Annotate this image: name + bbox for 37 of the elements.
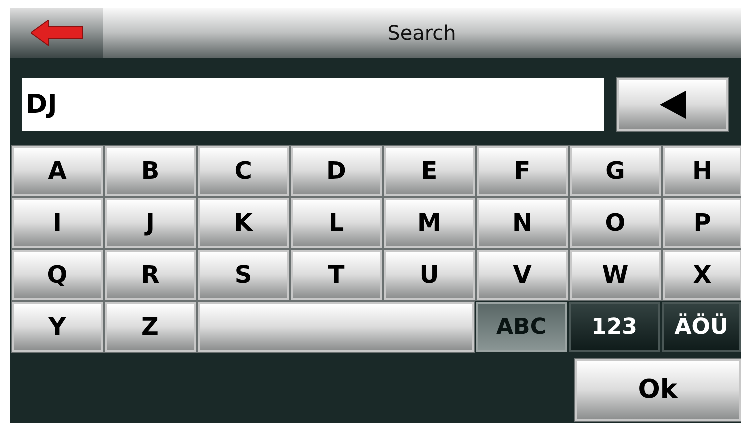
mode-key[interactable]: ÄÖÜ xyxy=(662,302,741,352)
ok-button[interactable]: Ok xyxy=(575,359,741,421)
letter-key[interactable]: Y xyxy=(12,302,103,352)
back-button[interactable] xyxy=(10,8,103,58)
letter-key[interactable]: F xyxy=(477,146,568,196)
mode-key[interactable]: 123 xyxy=(569,302,660,352)
letter-key[interactable]: T xyxy=(291,250,382,300)
letter-key[interactable]: C xyxy=(198,146,289,196)
letter-key[interactable]: M xyxy=(384,198,475,248)
letter-key[interactable]: V xyxy=(477,250,568,300)
letter-key[interactable]: X xyxy=(663,250,741,300)
letter-key[interactable]: Q xyxy=(12,250,103,300)
letter-key[interactable]: O xyxy=(570,198,661,248)
letter-key[interactable]: L xyxy=(291,198,382,248)
letter-key[interactable]: N xyxy=(477,198,568,248)
window-title: Search xyxy=(388,20,456,47)
letter-key[interactable]: J xyxy=(105,198,196,248)
space-key[interactable] xyxy=(198,302,474,352)
letter-key[interactable]: G xyxy=(570,146,661,196)
letter-key[interactable]: I xyxy=(12,198,103,248)
letter-key[interactable]: S xyxy=(198,250,289,300)
letter-key[interactable]: Z xyxy=(104,302,196,352)
letter-key[interactable]: A xyxy=(12,146,103,196)
letter-key[interactable]: H xyxy=(663,146,741,196)
letter-key[interactable]: D xyxy=(291,146,382,196)
letter-key[interactable]: K xyxy=(198,198,289,248)
arrow-left-icon xyxy=(30,20,82,46)
letter-key[interactable]: E xyxy=(384,146,475,196)
mode-key[interactable]: ABC xyxy=(476,302,568,352)
letter-key[interactable]: B xyxy=(105,146,196,196)
letter-key[interactable]: W xyxy=(570,250,661,300)
search-field[interactable]: DJ xyxy=(22,78,604,131)
letter-key[interactable]: R xyxy=(105,250,196,300)
triangle-left-icon xyxy=(660,90,686,118)
letter-key[interactable]: U xyxy=(384,250,475,300)
letter-key[interactable]: P xyxy=(663,198,741,248)
backspace-button[interactable] xyxy=(617,78,728,131)
